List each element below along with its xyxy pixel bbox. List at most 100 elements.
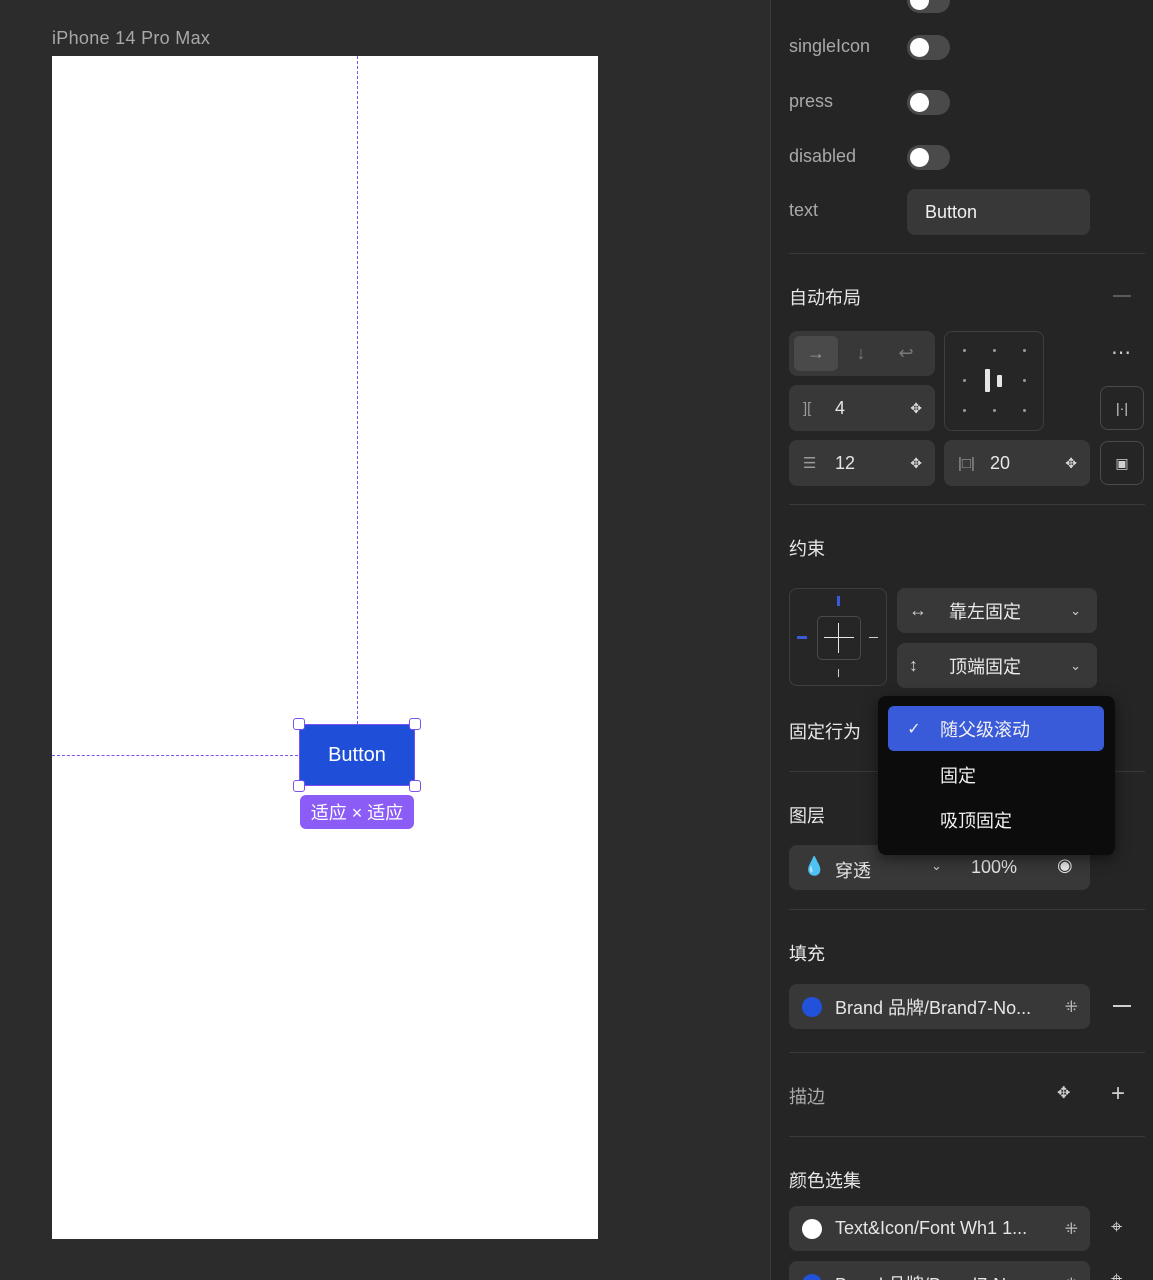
chevron-down-icon: ⌄	[1070, 602, 1081, 618]
constraint-right[interactable]	[869, 637, 878, 638]
fixed-behavior-dropdown: ✓ 随父级滚动 固定 吸顶固定	[878, 696, 1115, 855]
vertical-constraint-select[interactable]: ↕ 顶端固定 ⌄	[897, 643, 1097, 688]
align-indicator-icon	[985, 369, 990, 392]
fill-field[interactable]: Brand 品牌/Brand7-No... ⁜	[789, 984, 1090, 1029]
vertical-arrows-icon: ↕	[909, 655, 918, 675]
variable-icon[interactable]: ✥	[910, 455, 922, 472]
align-dot[interactable]	[963, 409, 966, 412]
add-stroke-button[interactable]: +	[1111, 1080, 1125, 1108]
gap-field[interactable]: ][ 4 ✥	[789, 385, 935, 431]
size-badge: 适应 × 适应	[300, 795, 414, 829]
horizontal-constraint-value: 靠左固定	[949, 601, 1021, 622]
dropdown-option-sticky[interactable]: 吸顶固定	[888, 797, 1104, 842]
direction-group: → ↓ ↩	[789, 331, 935, 376]
check-icon: ✓	[907, 720, 921, 738]
option-label: 固定	[940, 765, 976, 786]
fill-color-swatch[interactable]	[802, 996, 822, 1017]
vertical-constraint-value: 顶端固定	[949, 656, 1021, 677]
target-icon[interactable]: ⌖	[1111, 1216, 1122, 1239]
fill-style-name: Brand 品牌/Brand7-No...	[835, 997, 1032, 1018]
toggle-hidden-top[interactable]	[907, 0, 950, 13]
resize-handle-bottom-left[interactable]	[293, 780, 305, 792]
constraint-top-active[interactable]	[837, 596, 840, 606]
direction-vertical-button[interactable]: ↓	[839, 336, 883, 371]
device-frame[interactable]	[52, 56, 598, 1239]
align-dot[interactable]	[993, 349, 996, 352]
divider	[789, 253, 1145, 254]
crosshair-icon	[824, 637, 854, 638]
detach-style-icon[interactable]: ⁜	[1065, 1274, 1078, 1280]
button-text: Button	[328, 743, 386, 766]
padding-individual-button[interactable]: ▣	[1100, 441, 1144, 485]
blend-mode-select[interactable]: 穿透	[835, 857, 871, 883]
prop-label-text: text	[789, 200, 819, 220]
more-options-icon[interactable]: ⋯	[1111, 340, 1132, 365]
constraint-inner-box	[817, 616, 861, 660]
padding-vertical-value[interactable]: 12	[835, 453, 855, 474]
stroke-title: 描边	[789, 1087, 825, 1107]
color-swatch[interactable]	[802, 1218, 822, 1239]
frame-label[interactable]: iPhone 14 Pro Max	[52, 28, 210, 49]
direction-wrap-button[interactable]: ↩	[884, 336, 928, 371]
toggle-singleicon[interactable]	[907, 35, 950, 60]
color-selection-item[interactable]: Text&Icon/Font Wh1 1... ⁜	[789, 1206, 1090, 1251]
horizontal-constraint-select[interactable]: ↔ 靠左固定 ⌄	[897, 588, 1097, 633]
eye-icon[interactable]: ◉	[1057, 855, 1073, 876]
align-dot[interactable]	[963, 349, 966, 352]
color-selection-title: 颜色选集	[789, 1171, 861, 1191]
dropdown-option-scroll-with-parent[interactable]: ✓ 随父级滚动	[888, 706, 1104, 751]
resize-handle-top-right[interactable]	[409, 718, 421, 730]
text-input[interactable]: Button	[907, 189, 1090, 235]
remove-auto-layout-button[interactable]	[1113, 295, 1131, 297]
prop-label-press: press	[789, 91, 834, 111]
align-dot[interactable]	[963, 379, 966, 382]
chevron-down-icon[interactable]: ⌄	[931, 858, 942, 874]
align-dot[interactable]	[1023, 349, 1026, 352]
selected-button[interactable]: Button	[299, 724, 415, 786]
style-icon[interactable]: ✥	[1057, 1083, 1070, 1103]
padding-vertical-field[interactable]: ☰ 12 ✥	[789, 440, 935, 486]
constraint-left-active[interactable]	[797, 636, 807, 639]
divider	[789, 1136, 1145, 1137]
design-canvas[interactable]: iPhone 14 Pro Max Button 适应 × 适应	[0, 0, 770, 1280]
dropdown-option-fixed[interactable]: 固定	[888, 752, 1104, 797]
direction-horizontal-button[interactable]: →	[794, 336, 838, 371]
target-icon[interactable]: ⌖	[1111, 1268, 1122, 1280]
padding-horizontal-field[interactable]: |□| 20 ✥	[944, 440, 1090, 486]
variable-icon[interactable]: ✥	[910, 400, 922, 417]
resize-handle-top-left[interactable]	[293, 718, 305, 730]
color-swatch[interactable]	[802, 1273, 822, 1280]
opacity-input[interactable]: 100%	[971, 857, 1017, 878]
arrow-right-icon: →	[807, 343, 825, 363]
properties-panel: singleIcon press disabled text Button 自动…	[770, 0, 1153, 1280]
color-style-name: Brand 品牌/Brand7-No...	[835, 1271, 1031, 1280]
alignment-grid[interactable]	[944, 331, 1044, 431]
constraint-bottom[interactable]	[838, 669, 839, 677]
gap-value[interactable]: 4	[835, 398, 845, 419]
color-selection-item[interactable]: Brand 品牌/Brand7-No... ⁜	[789, 1261, 1090, 1280]
vertical-guide	[357, 56, 358, 724]
toggle-disabled[interactable]	[907, 145, 950, 170]
padding-horizontal-value[interactable]: 20	[990, 453, 1010, 474]
resize-handle-bottom-right[interactable]	[409, 780, 421, 792]
toggle-press[interactable]	[907, 90, 950, 115]
constraints-title: 约束	[789, 539, 825, 559]
detach-style-icon[interactable]: ⁜	[1065, 997, 1078, 1017]
align-dot[interactable]	[1023, 379, 1026, 382]
constraint-widget[interactable]	[789, 588, 887, 686]
prop-label-singleicon: singleIcon	[789, 36, 871, 56]
variable-icon[interactable]: ✥	[1065, 455, 1077, 472]
detach-style-icon[interactable]: ⁜	[1065, 1219, 1078, 1239]
padding-individual-icon: ▣	[1115, 454, 1129, 471]
auto-layout-title: 自动布局	[789, 288, 861, 308]
remove-fill-button[interactable]	[1113, 1005, 1131, 1007]
horizontal-guide	[52, 755, 298, 756]
gap-icon: ][	[803, 399, 812, 417]
space-between-button[interactable]: |·|	[1100, 386, 1144, 430]
option-label: 随父级滚动	[940, 719, 1030, 740]
option-label: 吸顶固定	[940, 810, 1012, 831]
align-dot[interactable]	[993, 409, 996, 412]
divider	[789, 1052, 1145, 1053]
crosshair-icon	[838, 623, 839, 653]
align-dot[interactable]	[1023, 409, 1026, 412]
